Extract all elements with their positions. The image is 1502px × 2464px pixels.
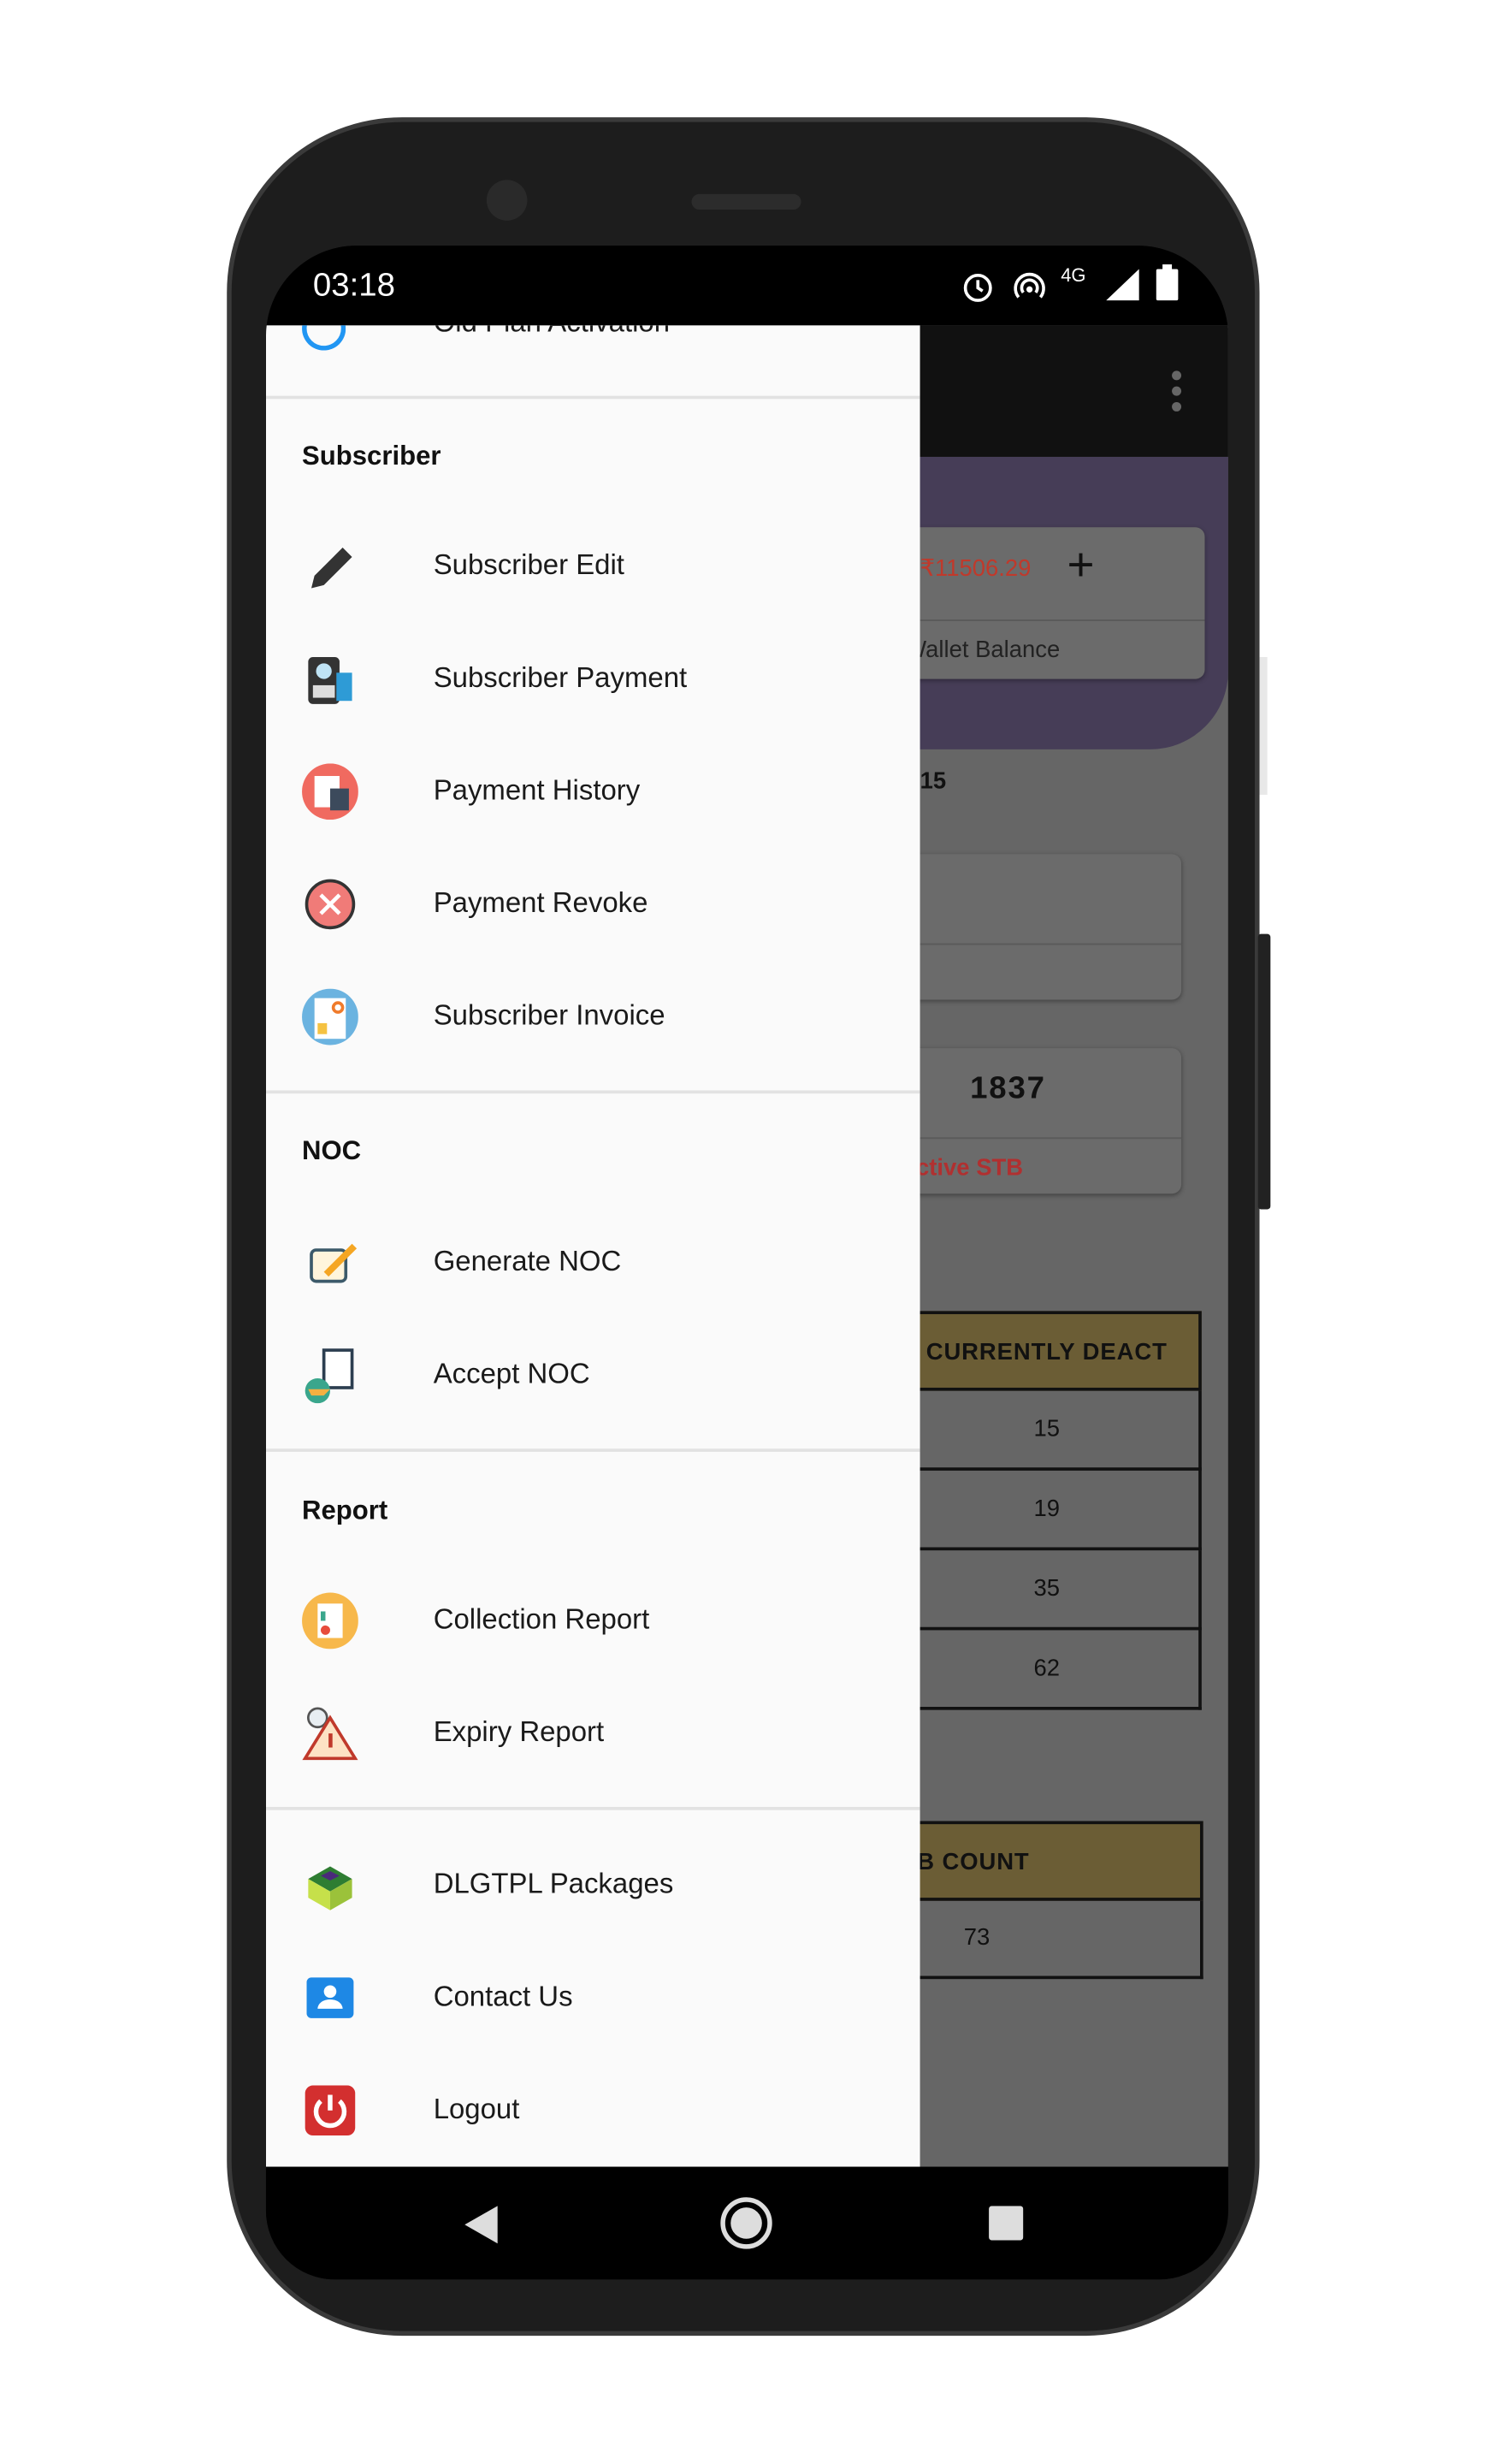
package-box-icon [308, 1866, 352, 1910]
section-heading-report: Report [302, 1496, 388, 1525]
drawer-item-collection-report[interactable]: Collection Report [266, 1571, 920, 1671]
add-icon[interactable]: + [1067, 540, 1095, 593]
navigation-drawer: Old Plan Activation Subscriber Subscribe… [265, 325, 920, 2167]
item-label: Generate NOC [433, 1245, 622, 1277]
camera [486, 180, 528, 221]
item-label: DLGTPL Packages [433, 1868, 674, 1899]
edit-note-icon [310, 1243, 358, 1283]
card-divider [876, 943, 1182, 945]
section-heading-noc: NOC [302, 1135, 362, 1166]
stat-card [876, 854, 1182, 1000]
cancel-circle-icon [305, 879, 356, 930]
recents-icon[interactable] [989, 2206, 1024, 2241]
alarm-icon [963, 274, 992, 302]
pencil-icon [311, 548, 352, 589]
refresh-icon [302, 325, 346, 351]
item-label: Logout [433, 2093, 520, 2125]
power-button [1257, 933, 1271, 1210]
divider [265, 395, 920, 400]
status-bar: 03:18 4G [265, 246, 1228, 326]
navigation-bar [265, 2166, 1228, 2280]
item-label: Accept NOC [433, 1358, 590, 1389]
more-options-icon[interactable] [1168, 370, 1186, 413]
speaker [691, 193, 801, 210]
drawer-item-old-plan-activation[interactable]: Old Plan Activation [434, 325, 670, 339]
drawer-item-payment-revoke[interactable]: Payment Revoke [266, 854, 920, 954]
wallet-amount: ₹11506.29 [920, 555, 1032, 583]
wallet-card[interactable]: ₹11506.29 + Wallet Balance [876, 527, 1205, 679]
clock: 03:18 [312, 267, 395, 304]
drawer-item-expiry-report[interactable]: Expiry Report [266, 1684, 920, 1784]
item-label: Expiry Report [433, 1715, 605, 1748]
signal-icon [1106, 269, 1139, 301]
drawer-item-generate-noc[interactable]: Generate NOC [266, 1212, 920, 1312]
section-heading-subscriber: Subscriber [302, 441, 441, 471]
item-label: Subscriber Payment [433, 661, 688, 694]
drawer-item-subscriber-edit[interactable]: Subscriber Edit [266, 516, 920, 616]
drawer-item-logout[interactable]: Logout [266, 2060, 920, 2160]
drawer-item-subscriber-invoice[interactable]: Subscriber Invoice [266, 967, 920, 1067]
receipt-calculator-icon [302, 763, 358, 820]
back-icon[interactable] [463, 2204, 500, 2245]
card-divider [876, 619, 1205, 621]
divider [265, 1090, 920, 1094]
drawer-item-dlgtpl-packages[interactable]: DLGTPL Packages [266, 1835, 920, 1935]
screen: 03:18 4G ₹11506.29 + Wallet Balance 15 1… [265, 246, 1228, 2280]
item-label: Subscriber Invoice [433, 999, 665, 1032]
battery-icon [1156, 264, 1179, 301]
drawer-item-payment-history[interactable]: Payment History [266, 742, 920, 842]
deactive-card: 1837 Deactive STB [873, 1048, 1182, 1194]
power-icon [305, 2085, 356, 2136]
drawer-item-contact-us[interactable]: Contact Us [266, 1948, 920, 2048]
network-4g-icon: 4G [1061, 264, 1086, 287]
item-label: Payment History [433, 774, 641, 806]
report-chart-icon [302, 1592, 358, 1650]
warning-clock-icon [302, 1707, 358, 1761]
wallet-label: Wallet Balance [904, 637, 1061, 664]
item-label: Collection Report [433, 1603, 650, 1635]
home-icon[interactable] [718, 2195, 775, 2252]
drawer-item-accept-noc[interactable]: Accept NOC [266, 1325, 920, 1425]
partial-count: 15 [920, 767, 947, 795]
divider [265, 1807, 920, 1810]
deactive-count: 1837 [970, 1071, 1046, 1106]
hotspot-icon [1014, 272, 1045, 299]
item-label: Subscriber Edit [433, 548, 624, 581]
handshake-document-icon [305, 1348, 354, 1404]
item-label: Payment Revoke [433, 886, 648, 919]
divider [265, 1448, 920, 1452]
drawer-item-subscriber-payment[interactable]: Subscriber Payment [266, 629, 920, 729]
item-label: Contact Us [433, 1981, 573, 2012]
contact-card-icon [306, 1977, 354, 2018]
invoice-icon [302, 988, 358, 1045]
payment-terminal-icon [308, 657, 352, 704]
card-divider [876, 1137, 1182, 1140]
